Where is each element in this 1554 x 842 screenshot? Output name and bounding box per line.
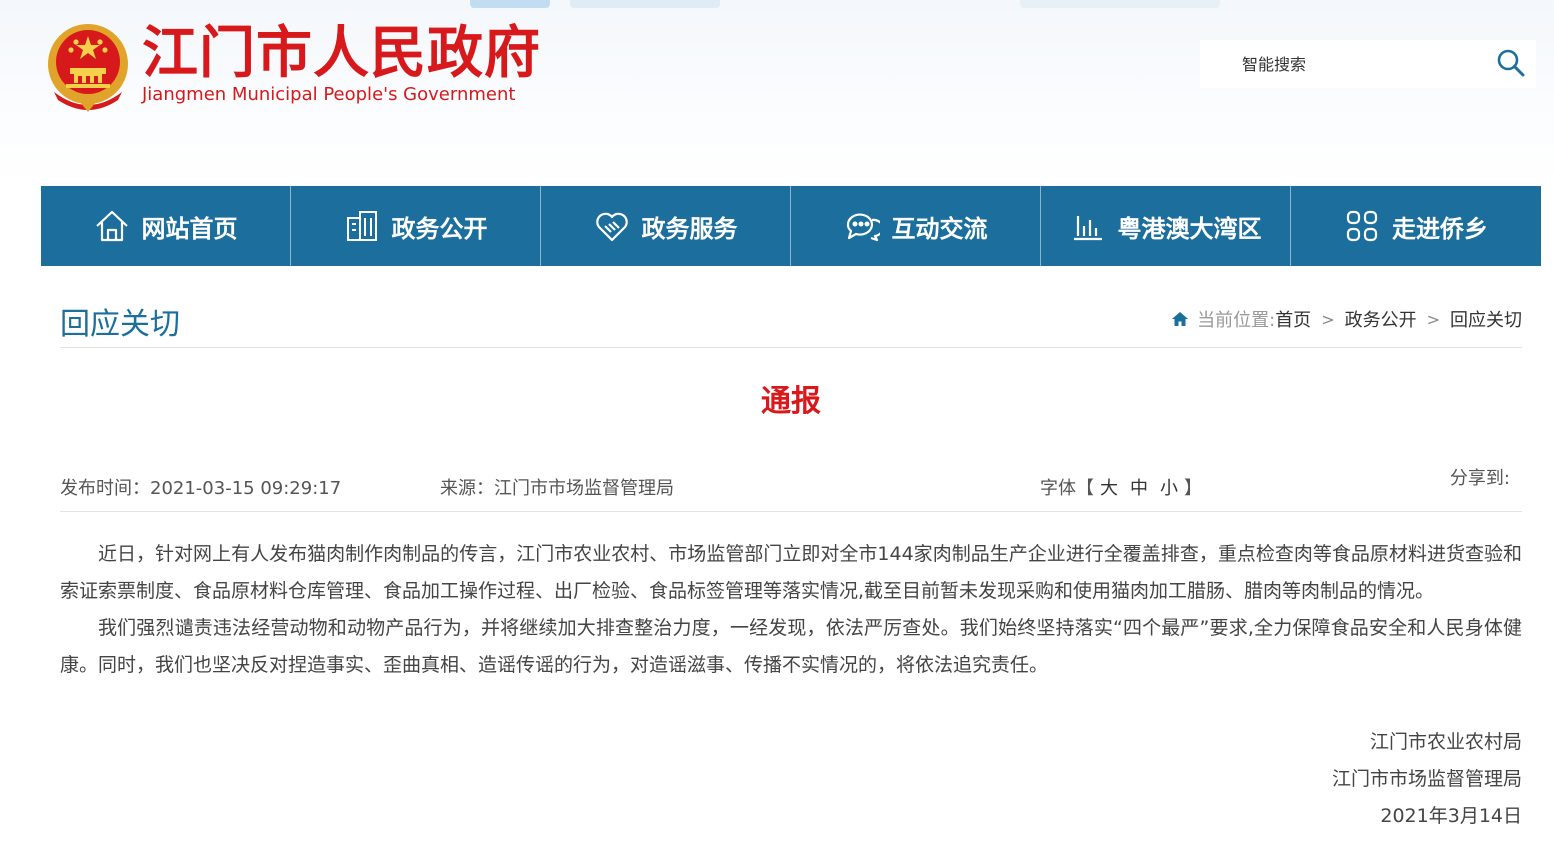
search-input[interactable] (1240, 44, 1490, 84)
main-nav: 网站首页 政务公开 政务服务 互动交流 粤港澳大湾区 走进侨乡 (41, 186, 1541, 266)
site-title-en: Jiangmen Municipal People's Government (142, 84, 516, 105)
home-icon (94, 208, 130, 244)
home-icon (1171, 310, 1189, 328)
article-paragraph: 近日，针对网上有人发布猫肉制作肉制品的传言，江门市农业农村、市场监管部门立即对全… (60, 543, 1522, 602)
nav-item-gov-affairs[interactable]: 政务公开 (291, 186, 541, 266)
font-size-label: 字体 (1040, 478, 1076, 499)
breadcrumb-link-current[interactable]: 回应关切 (1450, 306, 1522, 332)
grid-icon (1344, 208, 1380, 244)
chat-icon (844, 208, 884, 244)
search-box (1200, 40, 1536, 88)
breadcrumb-link-home[interactable]: 首页 (1275, 306, 1311, 332)
signature-line: 江门市农业农村局 (1369, 731, 1522, 753)
header-decoration (570, 0, 720, 8)
article-body: 近日，针对网上有人发布猫肉制作肉制品的传言，江门市农业农村、市场监管部门立即对全… (60, 536, 1522, 684)
nav-item-label: 政务公开 (391, 214, 488, 243)
building-icon (344, 208, 380, 244)
publish-time: 发布时间：2021-03-15 09:29:17 (60, 478, 342, 499)
breadcrumb: 当前位置: 首页 > 政务公开 > 回应关切 (1171, 306, 1522, 332)
section-title: 回应关切 (60, 307, 180, 342)
search-icon[interactable] (1496, 48, 1526, 78)
breadcrumb-link-gov-affairs[interactable]: 政务公开 (1345, 306, 1417, 332)
nav-item-label: 网站首页 (141, 214, 238, 243)
share-label: 分享到: (1449, 468, 1510, 489)
nav-item-label: 互动交流 (891, 214, 988, 243)
handshake-heart-icon (594, 208, 630, 244)
signature-line: 江门市市场监督管理局 (1331, 768, 1522, 790)
article-paragraph: 我们强烈谴责违法经营动物和动物产品行为，并将继续加大排查整治力度，一经发现，依法… (60, 617, 1522, 676)
nav-item-greater-bay-area[interactable]: 粤港澳大湾区 (1041, 186, 1291, 266)
nav-item-gov-services[interactable]: 政务服务 (541, 186, 791, 266)
article-signature: 江门市农业农村局 江门市市场监督管理局 2021年3月14日 (1332, 724, 1522, 835)
font-size-large-button[interactable]: 大 (1100, 478, 1118, 499)
nav-item-label: 粤港澳大湾区 (1117, 214, 1262, 243)
section-header: 回应关切 当前位置: 首页 > 政务公开 > 回应关切 (60, 266, 1522, 348)
header-decoration (1020, 0, 1220, 8)
national-emblem-icon (44, 22, 132, 114)
breadcrumb-separator: > (1426, 309, 1440, 329)
article-title: 通报 (761, 384, 821, 419)
article-meta: 发布时间：2021-03-15 09:29:17 来源：江门市市场监督管理局 字… (60, 468, 1522, 512)
header-decoration (470, 0, 550, 8)
nav-item-home[interactable]: 网站首页 (41, 186, 291, 266)
bar-chart-icon (1070, 208, 1106, 244)
site-title-cn: 江门市人民政府 (142, 21, 541, 86)
nav-item-interaction[interactable]: 互动交流 (791, 186, 1041, 266)
nav-item-label: 走进侨乡 (1392, 214, 1488, 243)
site-logo[interactable]: 江门市人民政府 Jiangmen Municipal People's Gove… (44, 22, 541, 114)
nav-item-hometown[interactable]: 走进侨乡 (1291, 186, 1541, 266)
signature-date: 2021年3月14日 (1380, 805, 1522, 827)
breadcrumb-label: 当前位置: (1197, 310, 1276, 331)
font-size-small-button[interactable]: 小 (1160, 478, 1178, 499)
breadcrumb-separator: > (1321, 309, 1335, 329)
article-source: 来源：江门市市场监督管理局 (440, 478, 674, 499)
font-size-controls: 字体【大中小】 (1040, 474, 1202, 500)
main-content: 回应关切 当前位置: 首页 > 政务公开 > 回应关切 通报 发布时间：2021… (41, 266, 1541, 842)
font-size-bracket-close: 】 (1184, 478, 1202, 499)
nav-item-label: 政务服务 (641, 214, 738, 243)
site-header: 江门市人民政府 Jiangmen Municipal People's Gove… (0, 0, 1554, 186)
font-size-medium-button[interactable]: 中 (1130, 478, 1148, 499)
font-size-bracket-open: 【 (1076, 478, 1094, 499)
